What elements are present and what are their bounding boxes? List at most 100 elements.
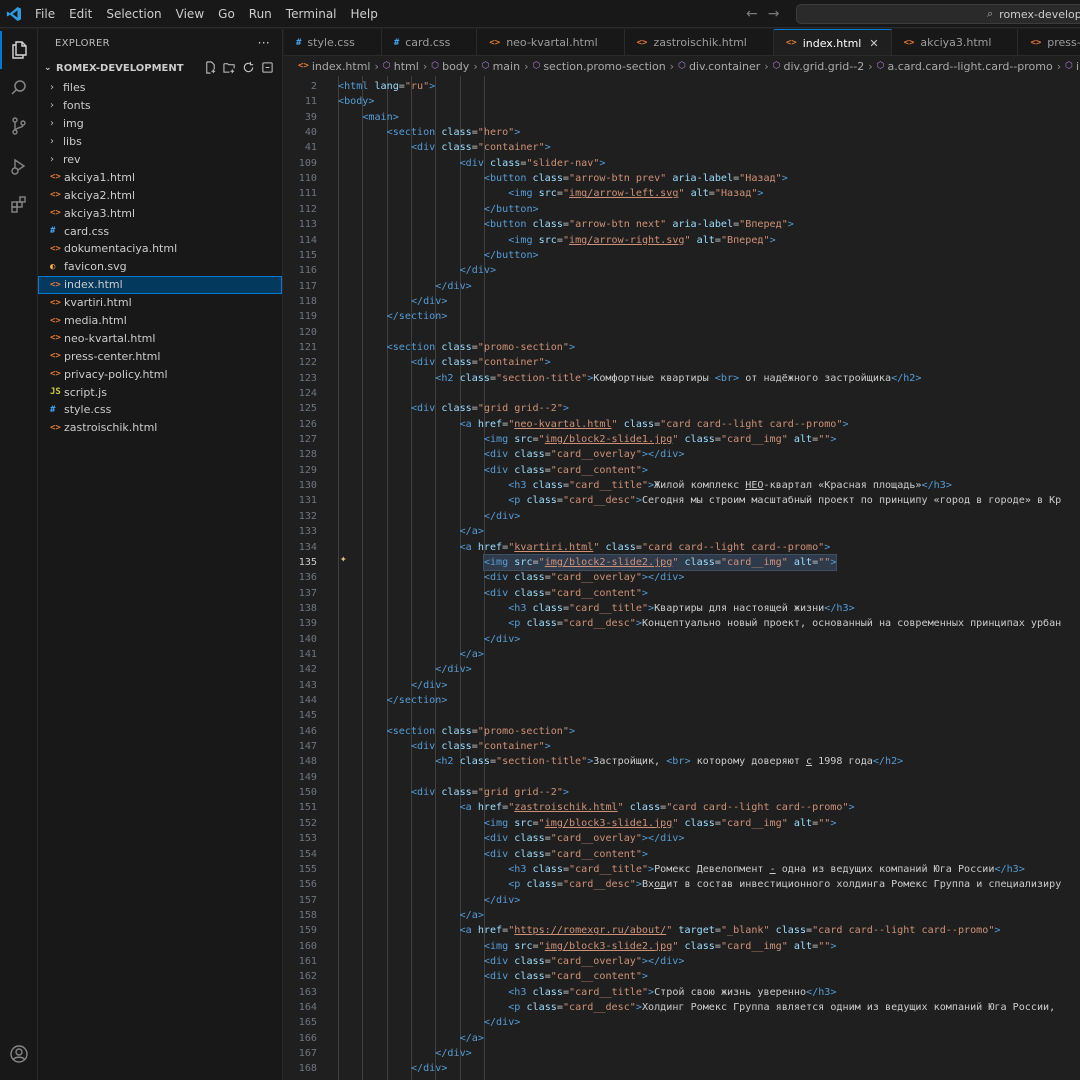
code-line[interactable]: 143 </div> xyxy=(284,678,1080,693)
code-line[interactable]: 114 <img src="img/arrow-right.svg" alt="В… xyxy=(284,233,1080,248)
folder-item[interactable]: › fonts xyxy=(38,97,282,115)
code-line[interactable]: 125 <div class="grid grid--2"> xyxy=(284,401,1080,416)
code-line[interactable]: 112 </button> xyxy=(284,202,1080,217)
folder-item[interactable]: › libs xyxy=(38,133,282,151)
code-line[interactable]: 129 <div class="card__content"> xyxy=(284,463,1080,478)
code-line[interactable]: 146 <section class="promo-section"> xyxy=(284,724,1080,739)
code-line[interactable]: 109 <div class="slider-nav"> xyxy=(284,156,1080,171)
code-line[interactable]: 11 <body> xyxy=(284,94,1080,109)
more-actions-icon[interactable]: ··· xyxy=(258,36,270,50)
code-line[interactable]: 163 <h3 class="card__title">Строй свою жи… xyxy=(284,985,1080,1000)
menu-item-view[interactable]: View xyxy=(169,0,211,28)
code-line[interactable]: 165 </div> xyxy=(284,1015,1080,1030)
code-line[interactable]: 39 <main> xyxy=(284,110,1080,125)
code-line[interactable]: 133 </a> xyxy=(284,524,1080,539)
code-line[interactable]: 166 </a> xyxy=(284,1031,1080,1046)
code-line[interactable]: 164 <p class="card__desc">Холдинг Ромекс … xyxy=(284,1000,1080,1015)
menu-item-terminal[interactable]: Terminal xyxy=(279,0,344,28)
breadcrumb-item[interactable]: html xyxy=(394,60,419,73)
breadcrumb-item[interactable]: div.container xyxy=(689,60,760,73)
file-item[interactable]: <> dokumentaciya.html xyxy=(38,240,282,258)
new-folder-icon[interactable] xyxy=(222,60,236,74)
file-item[interactable]: <> press-center.html xyxy=(38,347,282,365)
code-line[interactable]: 2 <html lang="ru"> xyxy=(284,79,1080,94)
code-line[interactable]: 120 xyxy=(284,325,1080,340)
source-control-icon[interactable] xyxy=(0,107,38,145)
code-line[interactable]: 156 <p class="card__desc">Входит в состав… xyxy=(284,877,1080,892)
extensions-icon[interactable] xyxy=(0,185,38,223)
code-line[interactable]: 167 </div> xyxy=(284,1046,1080,1061)
code-line[interactable]: 136 <div class="card__overlay"></div> xyxy=(284,570,1080,585)
code-line[interactable]: 160 <img src="img/block3-slide2.jpg" clas… xyxy=(284,939,1080,954)
search-icon[interactable] xyxy=(0,69,38,107)
code-line[interactable]: 158 </a> xyxy=(284,908,1080,923)
code-line[interactable]: 137 <div class="card__content"> xyxy=(284,586,1080,601)
file-item[interactable]: <> neo-kvartal.html xyxy=(38,329,282,347)
code-line[interactable]: 110 <button class="arrow-btn prev" aria-l… xyxy=(284,171,1080,186)
forward-arrow-icon[interactable]: → xyxy=(768,6,780,22)
code-line[interactable]: 139 <p class="card__desc">Концептуально н… xyxy=(284,616,1080,631)
code-line[interactable]: 121 <section class="promo-section"> xyxy=(284,340,1080,355)
menu-item-go[interactable]: Go xyxy=(211,0,242,28)
collapse-all-icon[interactable] xyxy=(260,60,274,74)
code-line[interactable]: 140 </div> xyxy=(284,632,1080,647)
code-line[interactable]: 123 <h2 class="section-title">Комфортные … xyxy=(284,371,1080,386)
tab-zastroischik-html[interactable]: <> zastroischik.html xyxy=(625,29,774,55)
tab-style-css[interactable]: # style.css xyxy=(284,29,382,55)
breadcrumb-item[interactable]: img.card_ xyxy=(1076,60,1080,73)
file-item[interactable]: # style.css xyxy=(38,401,282,419)
code-line[interactable]: 119 </section> xyxy=(284,309,1080,324)
run-debug-icon[interactable] xyxy=(0,147,38,185)
menu-item-file[interactable]: File xyxy=(28,0,62,28)
menu-item-run[interactable]: Run xyxy=(242,0,279,28)
file-item[interactable]: # card.css xyxy=(38,222,282,240)
code-line[interactable]: 144 </section> xyxy=(284,693,1080,708)
code-line[interactable]: 116 </div> xyxy=(284,263,1080,278)
code-line[interactable]: 122 <div class="container"> xyxy=(284,355,1080,370)
code-line[interactable]: 138 <h3 class="card__title">Квартиры для … xyxy=(284,601,1080,616)
file-item[interactable]: <> akciya2.html xyxy=(38,186,282,204)
code-line[interactable]: 148 <h2 class="section-title">Застройщик,… xyxy=(284,754,1080,769)
code-line[interactable]: 124 xyxy=(284,386,1080,401)
file-item[interactable]: <> akciya1.html xyxy=(38,168,282,186)
code-line[interactable]: 134 <a href="kvartiri.html" class="card c… xyxy=(284,540,1080,555)
code-line[interactable]: 147 <div class="container"> xyxy=(284,739,1080,754)
code-line[interactable]: 159 <a href="https://romexgr.ru/about/" t… xyxy=(284,923,1080,938)
code-line[interactable]: 155 <h3 class="card__title">Ромекс Девело… xyxy=(284,862,1080,877)
tab-card-css[interactable]: # card.css xyxy=(382,29,478,55)
file-item[interactable]: <> privacy-policy.html xyxy=(38,365,282,383)
tab-neo-kvartal-html[interactable]: <> neo-kvartal.html xyxy=(477,29,625,55)
file-item[interactable]: <> zastroischik.html xyxy=(38,419,282,437)
command-center[interactable]: ⌕ romex-developme xyxy=(796,4,1080,24)
code-line[interactable]: 153 <div class="card__overlay"></div> xyxy=(284,831,1080,846)
tab-index-html[interactable]: <> index.html ✕ xyxy=(773,29,892,55)
breadcrumb-item[interactable]: section.promo-section xyxy=(543,60,665,73)
tab-press-center-html[interactable]: <> press-center.html xyxy=(1018,29,1080,55)
back-arrow-icon[interactable]: ← xyxy=(746,6,758,22)
code-line[interactable]: 168 </div> xyxy=(284,1061,1080,1076)
folder-item[interactable]: › files xyxy=(38,79,282,97)
workspace-folder-header[interactable]: ⌄ ROMEX-DEVELOPMENT xyxy=(38,57,282,79)
code-line[interactable]: 117 </div> xyxy=(284,279,1080,294)
code-line[interactable]: 128 <div class="card__overlay"></div> xyxy=(284,447,1080,462)
code-line[interactable]: 40 <section class="hero"> xyxy=(284,125,1080,140)
code-line[interactable]: 162 <div class="card__content"> xyxy=(284,969,1080,984)
code-editor[interactable]: ✦ 2 <html lang="ru"> 11 <body> 39 <main> 40 <se… xyxy=(284,76,1080,1080)
code-line[interactable]: 131 <p class="card__desc">Сегодня мы стро… xyxy=(284,493,1080,508)
code-line[interactable]: 113 <button class="arrow-btn next" aria-l… xyxy=(284,217,1080,232)
code-line[interactable]: 157 </div> xyxy=(284,893,1080,908)
code-line[interactable]: 118 </div> xyxy=(284,294,1080,309)
explorer-icon[interactable] xyxy=(0,31,38,69)
new-file-icon[interactable] xyxy=(203,60,217,74)
file-item[interactable]: <> akciya3.html xyxy=(38,204,282,222)
menu-item-help[interactable]: Help xyxy=(344,0,385,28)
code-line[interactable]: 154 <div class="card__content"> xyxy=(284,847,1080,862)
code-line[interactable]: 145 xyxy=(284,708,1080,723)
code-line[interactable]: 149 xyxy=(284,770,1080,785)
file-item[interactable]: <> kvartiri.html xyxy=(38,294,282,312)
account-icon[interactable] xyxy=(0,1035,38,1073)
code-line[interactable]: 111 <img src="img/arrow-left.svg" alt="На… xyxy=(284,186,1080,201)
breadcrumb-item[interactable]: a.card.card--light.card--promo xyxy=(888,60,1053,73)
code-line[interactable]: 151 <a href="zastroischik.html" class="ca… xyxy=(284,800,1080,815)
close-icon[interactable]: ✕ xyxy=(869,37,878,50)
